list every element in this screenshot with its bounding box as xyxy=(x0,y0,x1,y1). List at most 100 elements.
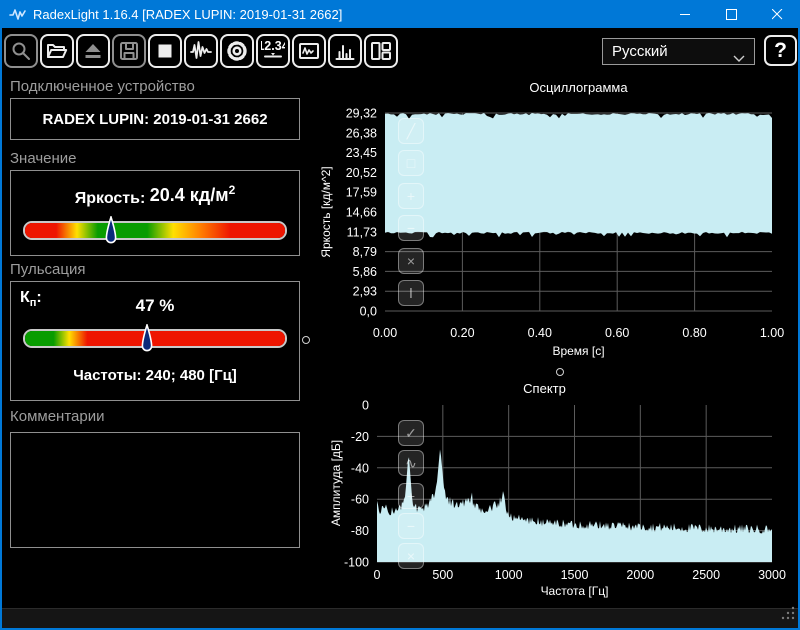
x-tick-label: 0.00 xyxy=(373,326,397,340)
oscillogram-title: Осциллограмма xyxy=(385,80,772,95)
y-tick-label: 20,52 xyxy=(346,166,377,180)
device-name: RADEX LUPIN: 2019-01-31 2662 xyxy=(11,99,299,139)
spectrum-window-button[interactable] xyxy=(328,34,362,68)
pulsation-gradient-bar xyxy=(25,331,285,346)
pulsation-box: Кп: 47 % Частоты: 240; 480 [Гц] xyxy=(10,281,300,401)
oscillogram-waveform xyxy=(385,113,772,237)
x-tick-label: 500 xyxy=(432,568,453,582)
x-tick-label: 2000 xyxy=(626,568,654,582)
waveform-window-button[interactable] xyxy=(292,34,326,68)
y-tick-label: -20 xyxy=(351,430,369,444)
pulsation-section-header: Пульсация xyxy=(10,261,300,278)
pulsation-marker xyxy=(140,324,154,361)
kp-value: 47 % xyxy=(11,296,299,316)
resize-grip-icon[interactable] xyxy=(781,606,795,625)
oscillogram-chart: Осциллограмма Яркость [кд/м^2] 29,32 26,3… xyxy=(307,78,799,378)
toolbar: 12.34 Русский ? xyxy=(2,28,798,74)
brightness-scale xyxy=(23,221,287,240)
brightness-readout: Яркость: 20.4 кд/м2 xyxy=(11,183,299,208)
spectrum-y-axis-label: Амплитуда [дБ] xyxy=(329,403,345,563)
spectrum-plot[interactable]: 0 -20 -40 -60 -80 -100 0 500 1000 1500 2000 2500 300… xyxy=(307,385,799,607)
x-tick-label: 1500 xyxy=(561,568,589,582)
settings-gear-button[interactable] xyxy=(220,34,254,68)
spectrum-zoom-in-button[interactable]: + xyxy=(398,483,424,509)
brightness-label: Яркость: xyxy=(75,190,146,207)
maximize-button[interactable] xyxy=(708,0,754,28)
window-title: RadexLight 1.16.4 [RADEX LUPIN: 2019-01-… xyxy=(33,7,342,22)
x-tick-label: 1.00 xyxy=(760,326,784,340)
x-tick-label: 0.40 xyxy=(528,326,552,340)
stop-button[interactable] xyxy=(148,34,182,68)
y-tick-label: -60 xyxy=(351,493,369,507)
x-tick-label: 2500 xyxy=(692,568,720,582)
language-select[interactable]: Русский xyxy=(602,38,755,65)
x-tick-label: 0.60 xyxy=(605,326,629,340)
spectrum-fit-button[interactable]: × xyxy=(398,543,424,569)
eject-button[interactable] xyxy=(76,34,110,68)
brightness-unit-sup: 2 xyxy=(229,183,236,197)
y-tick-label: 11,73 xyxy=(347,225,377,239)
spectrum-x-axis-label: Частота [Гц] xyxy=(377,584,772,598)
y-tick-label: 14,66 xyxy=(346,206,377,220)
x-tick-label: 0.80 xyxy=(682,326,706,340)
comments-input[interactable] xyxy=(10,432,300,548)
y-tick-label: 29,32 xyxy=(346,107,377,121)
app-window: RadexLight 1.16.4 [RADEX LUPIN: 2019-01-… xyxy=(0,0,800,630)
spectrum-zoom-out-button[interactable]: − xyxy=(398,513,424,539)
x-tick-label: 0.20 xyxy=(450,326,474,340)
y-tick-label: 2,93 xyxy=(353,285,377,299)
pulsation-scale xyxy=(23,329,287,348)
device-section-header: Подключенное устройство xyxy=(10,78,300,95)
oscillogram-y-axis-label: Яркость [кд/м^2] xyxy=(319,112,335,312)
oscillogram-zoom-out-button[interactable]: − xyxy=(398,215,424,241)
save-button[interactable] xyxy=(112,34,146,68)
app-logo-icon xyxy=(9,7,26,21)
value-box: Яркость: 20.4 кд/м2 xyxy=(10,170,300,256)
spectrum-title: Спектр xyxy=(347,381,742,396)
oscillogram-copy-button[interactable]: □ xyxy=(398,150,424,176)
oscillogram-fit-button[interactable]: × xyxy=(398,248,424,274)
comments-section-header: Комментарии xyxy=(10,408,300,425)
oscillogram-axis-fit-button[interactable]: Ⅰ xyxy=(398,280,424,306)
y-tick-label: 26,38 xyxy=(346,126,377,140)
x-tick-label: 3000 xyxy=(758,568,786,582)
oscillogram-pencil-button[interactable]: ╱ xyxy=(398,118,424,144)
oscillogram-button[interactable] xyxy=(184,34,218,68)
brightness-unit: кд/м xyxy=(190,185,229,205)
brightness-gradient-bar xyxy=(25,223,285,238)
y-tick-label: -40 xyxy=(351,461,369,475)
oscillogram-plot[interactable]: 29,32 26,38 23,45 20,52 17,59 14,66 11,73 8,79 5… xyxy=(307,78,799,378)
titlebar[interactable]: RadexLight 1.16.4 [RADEX LUPIN: 2019-01-… xyxy=(0,0,800,28)
x-tick-label: 0 xyxy=(374,568,381,582)
open-file-button[interactable] xyxy=(40,34,74,68)
y-tick-label: 0,0 xyxy=(360,305,377,319)
y-tick-label: 17,59 xyxy=(346,186,377,200)
brightness-value: 20.4 xyxy=(150,185,185,205)
spectrum-wave-button[interactable]: ∿ xyxy=(398,450,424,476)
chevron-down-icon xyxy=(733,49,745,66)
close-button[interactable] xyxy=(754,0,800,28)
y-tick-label: 8,79 xyxy=(353,245,377,259)
language-select-value: Русский xyxy=(612,43,668,60)
y-tick-label: 5,86 xyxy=(353,265,377,279)
zoom-button[interactable] xyxy=(4,34,38,68)
numeric-display-button[interactable]: 12.34 xyxy=(256,34,290,68)
spectrum-check-button[interactable]: ✓ xyxy=(398,420,424,446)
brightness-marker xyxy=(104,216,118,253)
help-button[interactable]: ? xyxy=(764,35,797,66)
value-section-header: Значение xyxy=(10,150,300,167)
spectrum-chart: Спектр Амплитуда [дБ] 0-20-40-60-80-1000… xyxy=(307,385,799,607)
oscillogram-x-axis-label: Время [с] xyxy=(385,344,772,358)
layout-button[interactable] xyxy=(364,34,398,68)
y-tick-label: -100 xyxy=(344,556,369,570)
y-tick-label: -80 xyxy=(351,524,369,538)
svg-text:12.34: 12.34 xyxy=(261,39,285,53)
oscillogram-zoom-in-button[interactable]: + xyxy=(398,183,424,209)
device-box: RADEX LUPIN: 2019-01-31 2662 xyxy=(10,98,300,140)
frequencies-readout: Частоты: 240; 480 [Гц] xyxy=(11,367,299,384)
statusbar xyxy=(2,608,798,628)
minimize-button[interactable] xyxy=(662,0,708,28)
y-tick-label: 23,45 xyxy=(346,146,377,160)
y-tick-label: 0 xyxy=(362,399,369,413)
x-tick-label: 1000 xyxy=(495,568,523,582)
